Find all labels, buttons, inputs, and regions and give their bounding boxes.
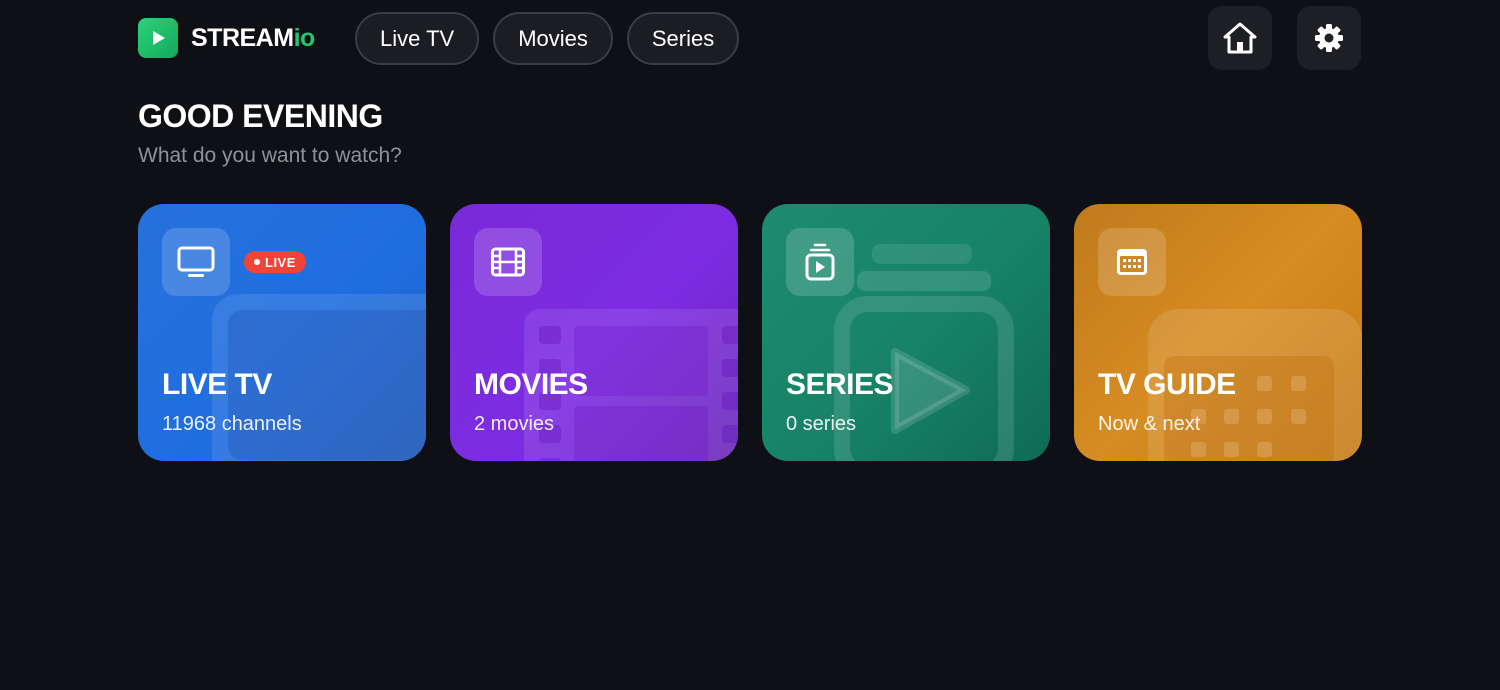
home-screen: STREAMio Live TV Movies Series GOOD EVEN… — [0, 0, 1500, 690]
brand-main: STREAM — [191, 23, 294, 52]
card-subtitle: 11968 channels — [162, 413, 302, 435]
tv-icon — [162, 228, 230, 296]
greeting-subtitle: What do you want to watch? — [138, 144, 402, 167]
card-live-tv[interactable]: LIVE LIVE TV 11968 channels — [138, 204, 426, 461]
nav-series[interactable]: Series — [626, 12, 740, 65]
card-subtitle: Now & next — [1098, 413, 1201, 435]
app-name: STREAMio — [191, 24, 315, 53]
live-badge-label: LIVE — [265, 254, 296, 270]
calendar-icon — [1098, 228, 1166, 296]
card-series[interactable]: SERIES 0 series — [762, 204, 1050, 461]
card-tv-guide[interactable]: TV GUIDE Now & next — [1074, 204, 1362, 461]
card-subtitle: 0 series — [786, 413, 857, 435]
film-icon — [474, 228, 542, 296]
series-play-icon — [786, 228, 854, 296]
home-icon — [1223, 22, 1257, 54]
live-dot — [254, 259, 260, 265]
nav-live-tv[interactable]: Live TV — [355, 12, 480, 65]
app-logo[interactable]: STREAMio — [138, 18, 315, 58]
live-badge: LIVE — [244, 251, 306, 273]
play-icon — [138, 18, 178, 58]
greeting-title: GOOD EVENING — [138, 98, 383, 134]
card-title: SERIES — [786, 368, 894, 401]
card-subtitle: 2 movies — [474, 413, 555, 435]
settings-button[interactable] — [1297, 6, 1361, 70]
card-movies[interactable]: MOVIES 2 movies — [450, 204, 738, 461]
brand-accent: io — [293, 23, 316, 52]
nav-movies[interactable]: Movies — [493, 12, 613, 65]
top-nav: Live TV Movies Series — [355, 12, 740, 65]
card-title: TV GUIDE — [1098, 368, 1236, 401]
card-title: MOVIES — [474, 368, 588, 401]
card-title: LIVE TV — [162, 368, 272, 401]
home-button[interactable] — [1208, 6, 1272, 70]
gear-icon — [1315, 24, 1343, 52]
